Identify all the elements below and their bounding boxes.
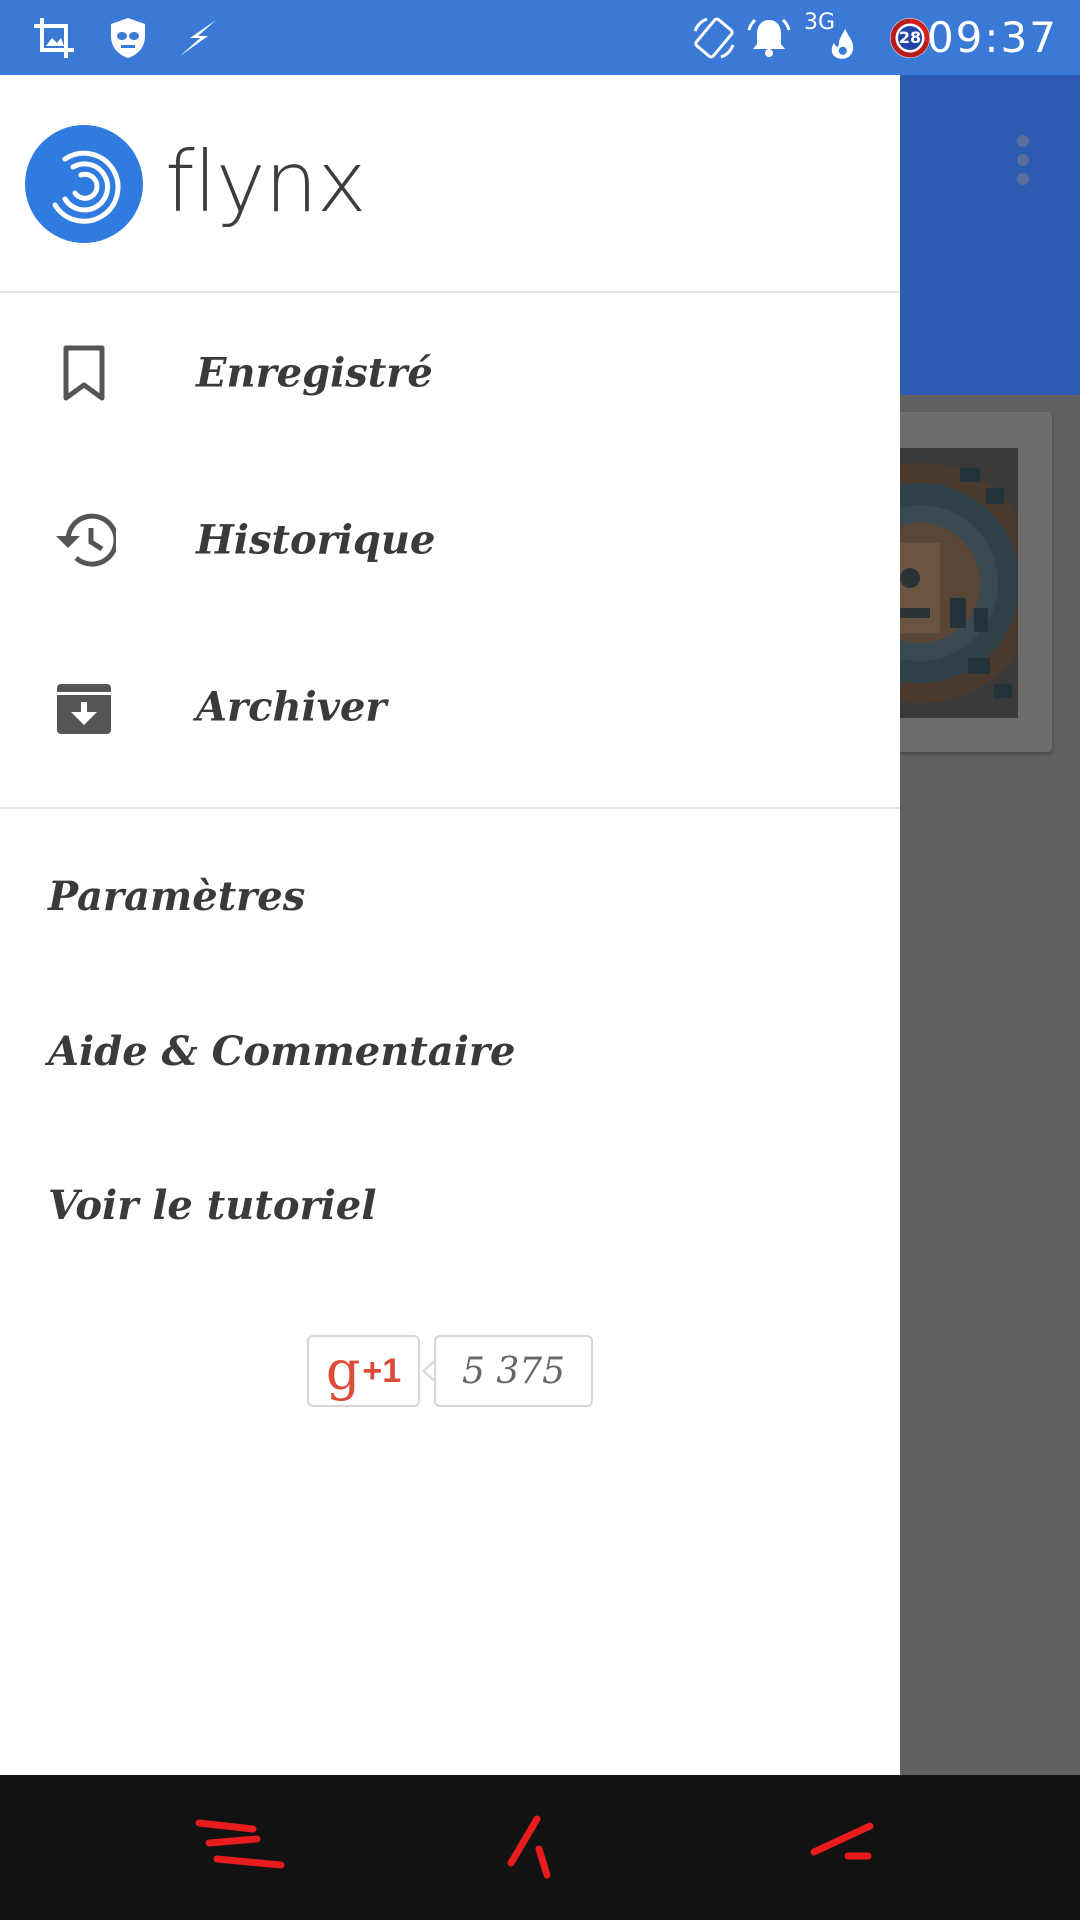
recent-apps-icon[interactable] [160,1775,320,1920]
drawer-item-history[interactable]: Historique [0,460,900,620]
status-bar: 3G 28 09:37 [0,0,1080,75]
navigation-drawer: flynx Enregistré Historique Archiver Par… [0,75,900,1775]
google-plus-count: 5 375 [434,1335,593,1407]
drawer-item-label: Archiver [196,683,387,731]
drawer-item-settings[interactable]: Paramètres [48,873,305,920]
battery-level: 28 [898,28,922,47]
bookmark-icon [50,339,118,407]
history-icon [50,506,118,574]
flynx-logo-icon [25,125,143,243]
clock: 09:37 [926,13,1058,62]
archive-icon [50,673,118,741]
drawer-item-help-feedback[interactable]: Aide & Commentaire [48,1028,515,1075]
drawer-item-archive[interactable]: Archiver [0,627,900,787]
drawer-item-tutorial[interactable]: Voir le tutoriel [48,1182,376,1229]
security-shield-icon [104,0,152,75]
more-vert-icon[interactable] [1016,135,1030,185]
drawer-header: flynx [0,75,900,291]
home-icon[interactable] [454,1775,614,1920]
alarm-bell-icon [744,0,794,75]
back-icon[interactable] [760,1775,920,1920]
brand-name: flynx [165,133,367,231]
drawer-item-label: Enregistré [196,349,433,397]
flash-icon [174,0,222,75]
background-thumbnail [890,448,1018,718]
drawer-item-saved[interactable]: Enregistré [0,293,900,453]
google-plus-one-label: +1 [362,1351,402,1390]
section-divider [0,807,900,809]
google-plus-g: g [325,1339,361,1402]
google-plus-one-button[interactable]: g +1 [307,1335,420,1407]
screen-rotation-icon [686,0,742,75]
system-nav-bar [0,1775,1080,1920]
crop-icon [30,0,78,75]
network-3g-icon: 3G [800,0,866,75]
drawer-item-label: Historique [196,516,436,564]
network-label: 3G [804,10,836,35]
